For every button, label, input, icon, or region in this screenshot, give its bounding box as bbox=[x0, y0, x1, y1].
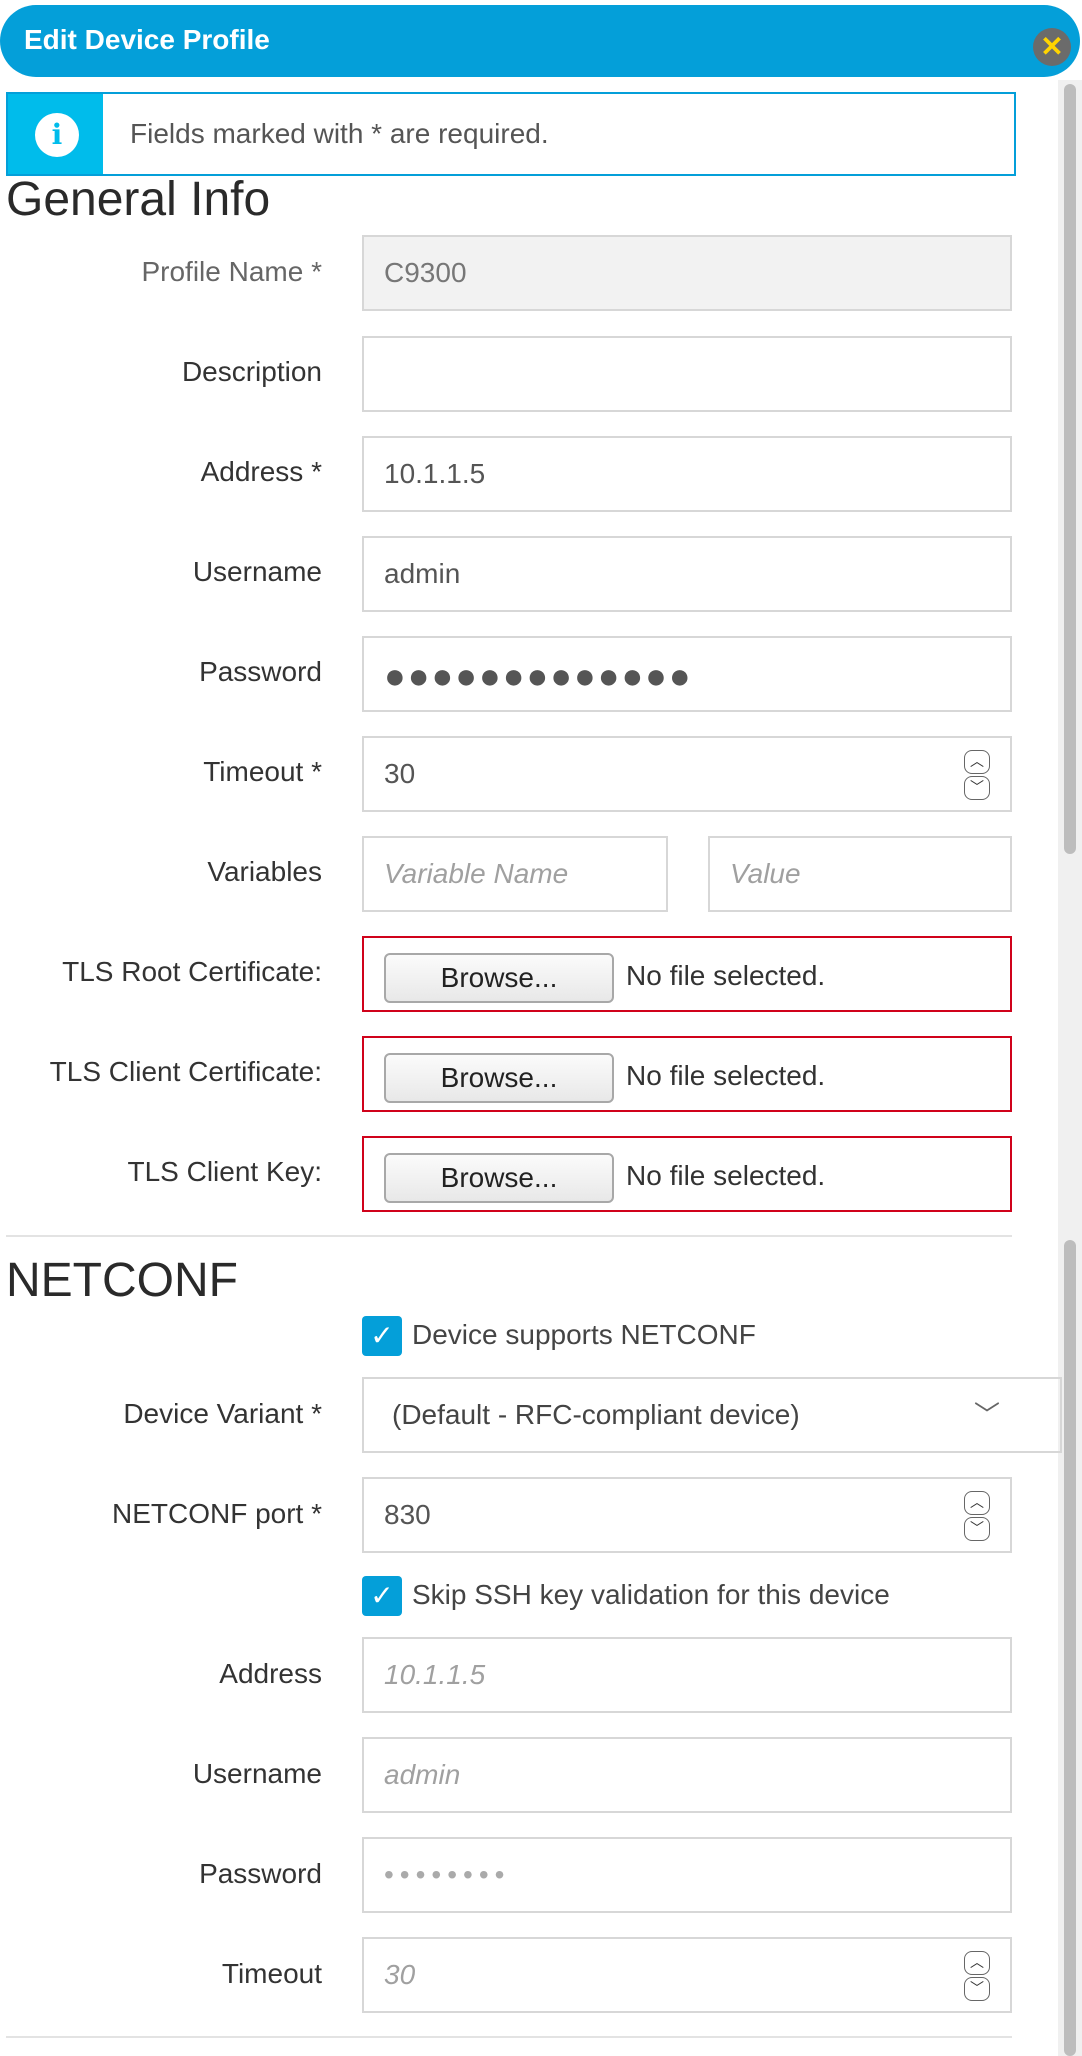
timeout-input[interactable]: 30 ︿ ﹀ bbox=[362, 736, 1012, 812]
timeout-label: Timeout * bbox=[203, 756, 322, 787]
skip-ssh-checkbox[interactable]: ✓ bbox=[362, 1576, 402, 1616]
variable-name-input[interactable]: Variable Name bbox=[362, 836, 668, 912]
chevron-down-icon: ﹀ bbox=[973, 1400, 1000, 1430]
netconf-password-label: Password bbox=[199, 1858, 322, 1889]
netconf-port-value: 830 bbox=[384, 1499, 431, 1530]
scrollbar-thumb[interactable] bbox=[1064, 84, 1076, 854]
tls-client-cert-label: TLS Client Certificate: bbox=[49, 1056, 322, 1087]
tls-client-cert-browse-button[interactable]: Browse... bbox=[384, 1053, 614, 1103]
description-label: Description bbox=[181, 356, 322, 387]
tls-client-key-label: TLS Client Key: bbox=[127, 1156, 322, 1187]
address-label: Address * bbox=[200, 456, 322, 487]
netconf-timeout-input[interactable]: 30 ︿ ﹀ bbox=[362, 1937, 1012, 2013]
section-divider-bottom bbox=[6, 2036, 1012, 2038]
device-variant-value: (Default - RFC-compliant device) bbox=[392, 1399, 800, 1430]
spin-down-icon[interactable]: ﹀ bbox=[964, 776, 990, 800]
close-icon[interactable]: ✕ bbox=[1033, 28, 1071, 66]
tls-root-cert-status: No file selected. bbox=[626, 960, 826, 991]
password-input[interactable]: ●●●●●●●●●●●●● bbox=[362, 636, 1012, 712]
netconf-port-label: NETCONF port * bbox=[111, 1498, 322, 1529]
tls-client-cert-field: Browse... No file selected. bbox=[362, 1036, 1012, 1112]
netconf-address-input[interactable]: 10.1.1.5 bbox=[362, 1637, 1012, 1713]
username-label: Username bbox=[192, 556, 322, 587]
scrollbar-thumb-lower[interactable] bbox=[1064, 1240, 1076, 2056]
netconf-username-input[interactable]: admin bbox=[362, 1737, 1012, 1813]
netconf-port-input[interactable]: 830 ︿ ﹀ bbox=[362, 1477, 1012, 1553]
profile-name-label: Profile Name * bbox=[141, 256, 322, 287]
tls-root-cert-label: TLS Root Certificate: bbox=[62, 956, 322, 987]
device-variant-label: Device Variant * bbox=[123, 1398, 322, 1429]
section-divider bbox=[6, 1235, 1012, 1237]
device-variant-select[interactable]: (Default - RFC-compliant device) ﹀ bbox=[362, 1377, 1062, 1453]
variables-label: Variables bbox=[207, 856, 322, 887]
netconf-timeout-spinner[interactable]: ︿ ﹀ bbox=[964, 1951, 990, 2001]
netconf-username-label: Username bbox=[192, 1758, 322, 1789]
info-banner: i Fields marked with * are required. bbox=[6, 92, 1016, 176]
supports-netconf-label: Device supports NETCONF bbox=[412, 1319, 756, 1350]
tls-client-key-field: Browse... No file selected. bbox=[362, 1136, 1012, 1212]
tls-client-cert-status: No file selected. bbox=[626, 1060, 826, 1091]
tls-root-cert-field: Browse... No file selected. bbox=[362, 936, 1012, 1012]
address-input[interactable]: 10.1.1.5 bbox=[362, 436, 1012, 512]
info-text: Fields marked with * are required. bbox=[130, 118, 549, 149]
netconf-port-spinner[interactable]: ︿ ﹀ bbox=[964, 1491, 990, 1541]
tls-client-key-status: No file selected. bbox=[626, 1160, 826, 1191]
profile-name-input: C9300 bbox=[362, 235, 1012, 311]
skip-ssh-label: Skip SSH key validation for this device bbox=[412, 1579, 890, 1610]
netconf-password-input[interactable]: •••••••• bbox=[362, 1837, 1012, 1913]
netconf-timeout-label: Timeout bbox=[221, 1958, 322, 1989]
spin-down-icon[interactable]: ﹀ bbox=[964, 1517, 990, 1541]
netconf-timeout-placeholder: 30 bbox=[384, 1959, 416, 1990]
spin-up-icon[interactable]: ︿ bbox=[964, 1491, 990, 1515]
spin-down-icon[interactable]: ﹀ bbox=[964, 1977, 990, 2001]
username-input[interactable]: admin bbox=[362, 536, 1012, 612]
description-input[interactable] bbox=[362, 336, 1012, 412]
timeout-value: 30 bbox=[384, 758, 416, 789]
info-icon: i bbox=[35, 113, 79, 157]
timeout-spinner[interactable]: ︿ ﹀ bbox=[964, 750, 990, 800]
password-label: Password bbox=[199, 656, 322, 687]
netconf-password-placeholder: •••••••• bbox=[384, 1859, 511, 1890]
section-title-netconf: NETCONF bbox=[6, 1254, 238, 1307]
dialog-title: Edit Device Profile bbox=[24, 24, 270, 55]
spin-up-icon[interactable]: ︿ bbox=[964, 750, 990, 774]
spin-up-icon[interactable]: ︿ bbox=[964, 1951, 990, 1975]
tls-root-cert-browse-button[interactable]: Browse... bbox=[384, 953, 614, 1003]
netconf-address-label: Address bbox=[219, 1658, 322, 1689]
section-title-general-info: General Info bbox=[6, 173, 271, 226]
variable-value-input[interactable]: Value bbox=[708, 836, 1012, 912]
tls-client-key-browse-button[interactable]: Browse... bbox=[384, 1153, 614, 1203]
supports-netconf-checkbox[interactable]: ✓ bbox=[362, 1316, 402, 1356]
info-icon-box: i bbox=[8, 94, 103, 174]
dialog-title-bar: Edit Device Profile ✕ bbox=[0, 5, 1080, 77]
password-mask: ●●●●●●●●●●●●● bbox=[384, 655, 693, 696]
